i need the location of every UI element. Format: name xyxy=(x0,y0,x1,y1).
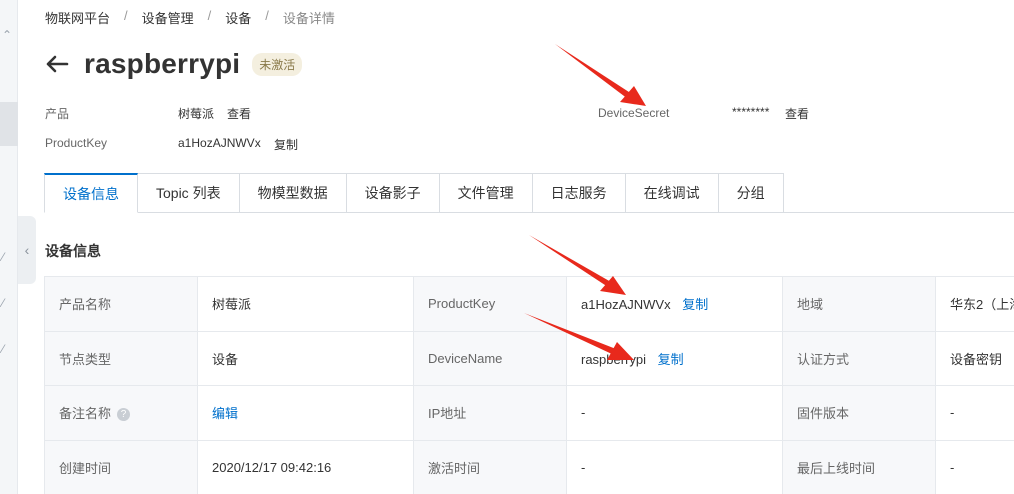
chevron-icon[interactable]: ⌃ xyxy=(2,28,12,42)
devicename-cell: raspberrypi 复制 xyxy=(566,330,783,386)
breadcrumb-separator: / xyxy=(265,8,269,23)
copy-productkey-button[interactable]: 复制 xyxy=(682,297,708,312)
device-info-table: 产品名称 树莓派 ProductKey a1HozAJNWVx 复制 地域 华东… xyxy=(44,276,1014,494)
breadcrumb: 物联网平台 / 设备管理 / 设备 / 设备详情 xyxy=(45,8,335,27)
product-name-value: 树莓派 xyxy=(197,276,414,332)
remark-name-cell: 编辑 xyxy=(197,385,414,441)
table-row: 创建时间 2020/12/17 09:42:16 激活时间 - 最后上线时间 - xyxy=(44,439,1014,494)
remark-name-label: 备注名称 xyxy=(59,406,112,422)
product-name-label: 产品名称 xyxy=(44,276,198,332)
node-type-value: 设备 xyxy=(197,330,414,386)
view-product-link[interactable]: 查看 xyxy=(227,105,251,122)
ip-address-label: IP地址 xyxy=(413,385,567,441)
sidebar-active-item[interactable] xyxy=(0,102,18,146)
breadcrumb-current: 设备详情 xyxy=(282,11,335,26)
devicesecret-label: DeviceSecret xyxy=(598,106,670,120)
remark-name-label-cell: 备注名称? xyxy=(44,385,198,441)
created-time-label: 创建时间 xyxy=(44,439,198,494)
tab-thing-model[interactable]: 物模型数据 xyxy=(239,173,347,213)
created-time-value: 2020/12/17 09:42:16 xyxy=(197,439,414,494)
help-icon[interactable]: ? xyxy=(117,408,131,422)
auth-method-label: 认证方式 xyxy=(782,330,936,386)
status-badge: 未激活 xyxy=(252,52,303,76)
activation-time-value: - xyxy=(566,439,783,494)
table-row: 节点类型 设备 DeviceName raspberrypi 复制 认证方式 设… xyxy=(44,330,1014,386)
sidebar-strip: ⌃ ⁄ ⁄ ⁄ xyxy=(0,0,18,494)
copy-devicename-button[interactable]: 复制 xyxy=(658,352,684,367)
tab-groups[interactable]: 分组 xyxy=(718,173,784,213)
tab-device-info[interactable]: 设备信息 xyxy=(44,173,138,213)
productkey-label: ProductKey xyxy=(413,276,567,332)
chevron-icon[interactable]: ⁄ xyxy=(2,342,4,356)
chevron-icon[interactable]: ⁄ xyxy=(2,296,4,310)
table-row: 产品名称 树莓派 ProductKey a1HozAJNWVx 复制 地域 华东… xyxy=(44,276,1014,332)
productkey-label: ProductKey xyxy=(45,136,108,150)
activation-time-label: 激活时间 xyxy=(413,439,567,494)
back-arrow-icon[interactable] xyxy=(44,51,70,77)
devicesecret-value: ******** xyxy=(732,105,770,119)
breadcrumb-item[interactable]: 物联网平台 xyxy=(45,8,110,27)
page-header: raspberrypi 未激活 xyxy=(44,48,303,80)
firmware-version-label: 固件版本 xyxy=(782,385,936,441)
last-online-label: 最后上线时间 xyxy=(782,439,936,494)
sidebar-collapse-toggle[interactable]: ‹ xyxy=(18,216,36,284)
chevron-left-icon: ‹ xyxy=(24,242,30,258)
page-title: raspberrypi xyxy=(84,48,241,79)
breadcrumb-separator: / xyxy=(124,8,128,23)
breadcrumb-item[interactable]: 设备 xyxy=(225,8,251,27)
devicename-value: raspberrypi xyxy=(581,351,647,367)
ip-address-value: - xyxy=(566,385,783,441)
region-label: 地域 xyxy=(782,276,936,332)
devicename-label: DeviceName xyxy=(413,330,567,386)
section-title: 设备信息 xyxy=(45,243,101,259)
tab-log-service[interactable]: 日志服务 xyxy=(532,173,626,213)
table-row: 备注名称? 编辑 IP地址 - 固件版本 - xyxy=(44,385,1014,441)
product-value: 树莓派 xyxy=(178,107,215,121)
productkey-value: a1HozAJNWVx xyxy=(178,136,261,150)
tab-topic-list[interactable]: Topic 列表 xyxy=(138,173,240,213)
tab-file-management[interactable]: 文件管理 xyxy=(439,173,533,213)
tab-bar: 设备信息 Topic 列表 物模型数据 设备影子 文件管理 日志服务 在线调试 … xyxy=(44,173,1014,213)
edit-remark-link[interactable]: 编辑 xyxy=(212,406,238,421)
view-secret-link[interactable]: 查看 xyxy=(785,105,809,122)
tab-device-shadow[interactable]: 设备影子 xyxy=(346,173,440,213)
last-online-value: - xyxy=(935,439,1014,494)
node-type-label: 节点类型 xyxy=(44,330,198,386)
auth-method-value: 设备密钥 xyxy=(935,330,1014,386)
tab-online-debug[interactable]: 在线调试 xyxy=(625,173,719,213)
productkey-cell: a1HozAJNWVx 复制 xyxy=(566,276,783,332)
firmware-version-value: - xyxy=(935,385,1014,441)
chevron-icon[interactable]: ⁄ xyxy=(2,250,4,264)
breadcrumb-separator: / xyxy=(207,8,212,23)
breadcrumb-item[interactable]: 设备管理 xyxy=(142,8,194,27)
product-label: 产品 xyxy=(45,107,70,121)
copy-productkey-link[interactable]: 复制 xyxy=(274,136,298,153)
productkey-value: a1HozAJNWVx xyxy=(581,297,671,313)
region-value: 华东2（上海） xyxy=(935,276,1014,332)
annotation-arrow xyxy=(555,44,646,106)
